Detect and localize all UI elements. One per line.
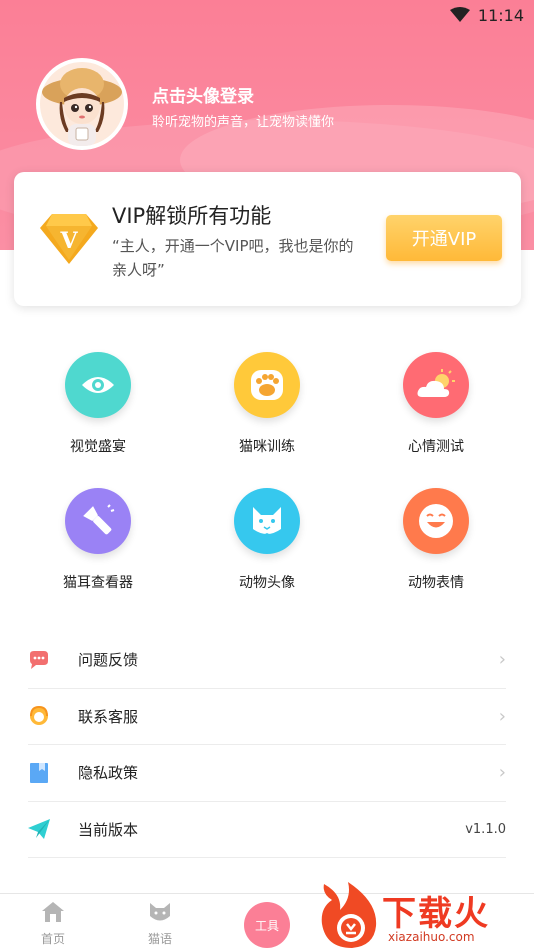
menu-item-customer-service[interactable]: 联系客服 ›	[28, 689, 506, 745]
vip-description: “主人，开通一个VIP吧，我也是你的亲人呀”	[112, 237, 354, 279]
smile-icon	[403, 488, 469, 554]
bookmark-icon	[28, 762, 50, 784]
flashlight-icon	[65, 488, 131, 554]
vip-diamond-icon: V	[40, 212, 98, 268]
cat-icon	[130, 900, 190, 924]
nav-tab-cat-language[interactable]: 猫语	[130, 900, 190, 947]
menu-item-label: 问题反馈	[78, 651, 139, 670]
svg-text:V: V	[59, 228, 78, 254]
grid-item-visual-feast[interactable]: 视觉盛宴	[28, 352, 168, 456]
grid-item-mood-test[interactable]: 心情测试	[366, 352, 506, 456]
grid-item-label: 动物头像	[239, 575, 295, 591]
grid-item-animal-emoji[interactable]: 动物表情	[366, 488, 506, 592]
menu-item-privacy-policy[interactable]: 隐私政策 ›	[28, 745, 506, 802]
home-icon	[23, 900, 83, 924]
login-subtitle: 聆听宠物的声音，让宠物读懂你	[152, 115, 335, 130]
customer-service-icon	[28, 705, 50, 727]
open-vip-button[interactable]: 开通VIP	[386, 215, 502, 261]
grid-item-animal-avatar[interactable]: 动物头像	[197, 488, 337, 592]
vip-title: VIP解锁所有功能	[112, 204, 272, 228]
chevron-right-icon: ›	[498, 705, 506, 727]
flame-logo-icon	[318, 880, 384, 949]
grid-item-cat-ear-viewer[interactable]: 猫耳查看器	[28, 488, 168, 592]
nav-tab-home[interactable]: 首页	[23, 900, 83, 947]
vip-card: V VIP解锁所有功能 “主人，开通一个VIP吧，我也是你的亲人呀” 开通VIP	[14, 172, 521, 306]
grid-item-label: 视觉盛宴	[70, 439, 126, 455]
grid-item-label: 动物表情	[408, 575, 464, 591]
eye-icon	[65, 352, 131, 418]
watermark-url: xiazaihuo.com	[388, 930, 475, 944]
avatar[interactable]	[36, 58, 128, 150]
avatar-image	[40, 62, 124, 146]
wifi-icon	[449, 7, 470, 23]
status-bar: 11:14	[449, 4, 524, 26]
menu-item-current-version: 当前版本 v1.1.0	[28, 802, 506, 858]
cat-face-icon	[234, 488, 300, 554]
version-value: v1.1.0	[465, 821, 506, 837]
grid-item-label: 猫耳查看器	[63, 575, 133, 591]
settings-list: 问题反馈 › 联系客服 › 隐私政策 › 当前版本 v1.1.0	[28, 632, 506, 858]
weather-icon	[403, 352, 469, 418]
nav-tab-tools[interactable]: 工具	[244, 902, 290, 948]
paper-plane-icon	[28, 818, 50, 840]
watermark-text: 下载火	[382, 894, 490, 934]
grid-item-cat-training[interactable]: 猫咪训练	[197, 352, 337, 456]
chevron-right-icon: ›	[498, 762, 506, 784]
chevron-right-icon: ›	[498, 649, 506, 671]
nav-label: 猫语	[147, 932, 172, 946]
grid-item-label: 猫咪训练	[239, 439, 295, 455]
menu-item-feedback[interactable]: 问题反馈 ›	[28, 632, 506, 689]
grid-item-label: 心情测试	[408, 439, 464, 455]
menu-item-label: 隐私政策	[78, 764, 139, 783]
paw-icon	[234, 352, 300, 418]
watermark: 下载火 xiazaihuo.com	[318, 880, 534, 949]
chat-bubble-icon	[28, 649, 50, 671]
menu-item-label: 联系客服	[78, 707, 139, 726]
nav-label: 首页	[40, 932, 65, 946]
login-title[interactable]: 点击头像登录	[152, 82, 254, 107]
menu-item-label: 当前版本	[78, 820, 139, 839]
status-time: 11:14	[477, 5, 524, 25]
